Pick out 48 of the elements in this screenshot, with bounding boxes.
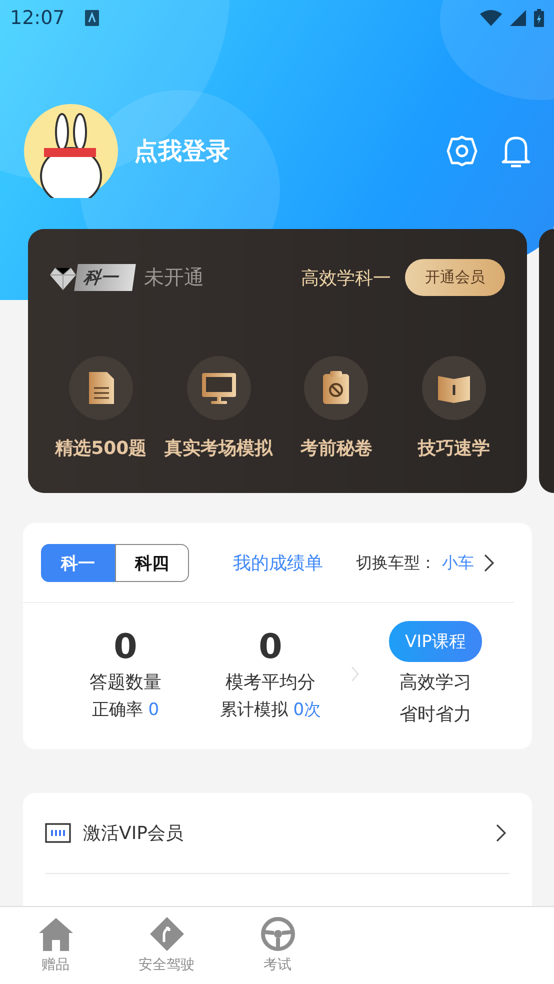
settings-icon[interactable]	[446, 135, 478, 167]
stat-value: 0	[114, 626, 138, 668]
promo-text: 高效学习	[399, 671, 472, 694]
vehicle-type-label: 切换车型：	[356, 552, 436, 574]
vip-badge: 科一	[74, 264, 136, 291]
chevron-right-icon[interactable]	[484, 554, 494, 572]
monitor-icon[interactable]	[186, 356, 251, 420]
status-time: 12:07	[10, 7, 65, 29]
feature-label[interactable]: 真实考场模拟	[164, 436, 273, 460]
vip-slogan: 高效学科一	[301, 266, 391, 290]
stat-label: 答题数量	[90, 671, 162, 695]
home-icon	[38, 916, 74, 952]
document-icon[interactable]	[68, 356, 133, 420]
stat-detail: 正确率 0	[92, 699, 160, 721]
battery-icon	[534, 9, 544, 27]
vip-course-button[interactable]: VIP课程	[389, 621, 482, 662]
book-icon[interactable]	[422, 356, 486, 420]
road-sign-icon	[148, 916, 184, 952]
subject-tab[interactable]: 科四	[115, 544, 189, 582]
score-report-link[interactable]: 我的成绩单	[233, 551, 323, 575]
stat-label: 模考平均分	[226, 671, 316, 695]
promo-text: 省时省力	[399, 703, 472, 726]
wifi-icon	[480, 10, 502, 26]
avatar-icon[interactable]	[24, 104, 118, 198]
notification-bell-icon[interactable]	[500, 134, 532, 168]
vehicle-type-link[interactable]: 小车	[442, 552, 474, 574]
chevron-right-icon	[351, 666, 359, 682]
steering-wheel-icon	[260, 916, 296, 952]
notification-icon	[84, 10, 99, 26]
menu-item[interactable]: 激活VIP会员	[45, 793, 510, 874]
clipboard-icon[interactable]	[304, 356, 368, 420]
open-membership-button[interactable]: 开通会员	[405, 259, 505, 296]
card-icon	[45, 823, 71, 843]
subject-tab[interactable]: 科一	[41, 544, 115, 582]
login-prompt[interactable]: 点我登录	[134, 135, 230, 167]
chevron-right-icon	[496, 824, 506, 842]
tab-item[interactable]: 考试	[222, 907, 333, 984]
tab-item[interactable]: 赠品	[0, 907, 111, 984]
menu-label: 激活VIP会员	[83, 822, 184, 845]
feature-label[interactable]: 技巧速学	[418, 436, 490, 460]
signal-icon	[510, 10, 526, 26]
tab-item[interactable]: 安全驾驶	[111, 907, 222, 984]
stat-detail: 累计模拟 0次	[220, 699, 322, 721]
diamond-icon	[50, 264, 76, 290]
feature-label[interactable]: 考前秘卷	[300, 436, 372, 460]
membership-status: 未开通	[144, 264, 204, 291]
stat-value: 0	[258, 626, 282, 668]
feature-label[interactable]: 精选500题	[55, 436, 147, 460]
